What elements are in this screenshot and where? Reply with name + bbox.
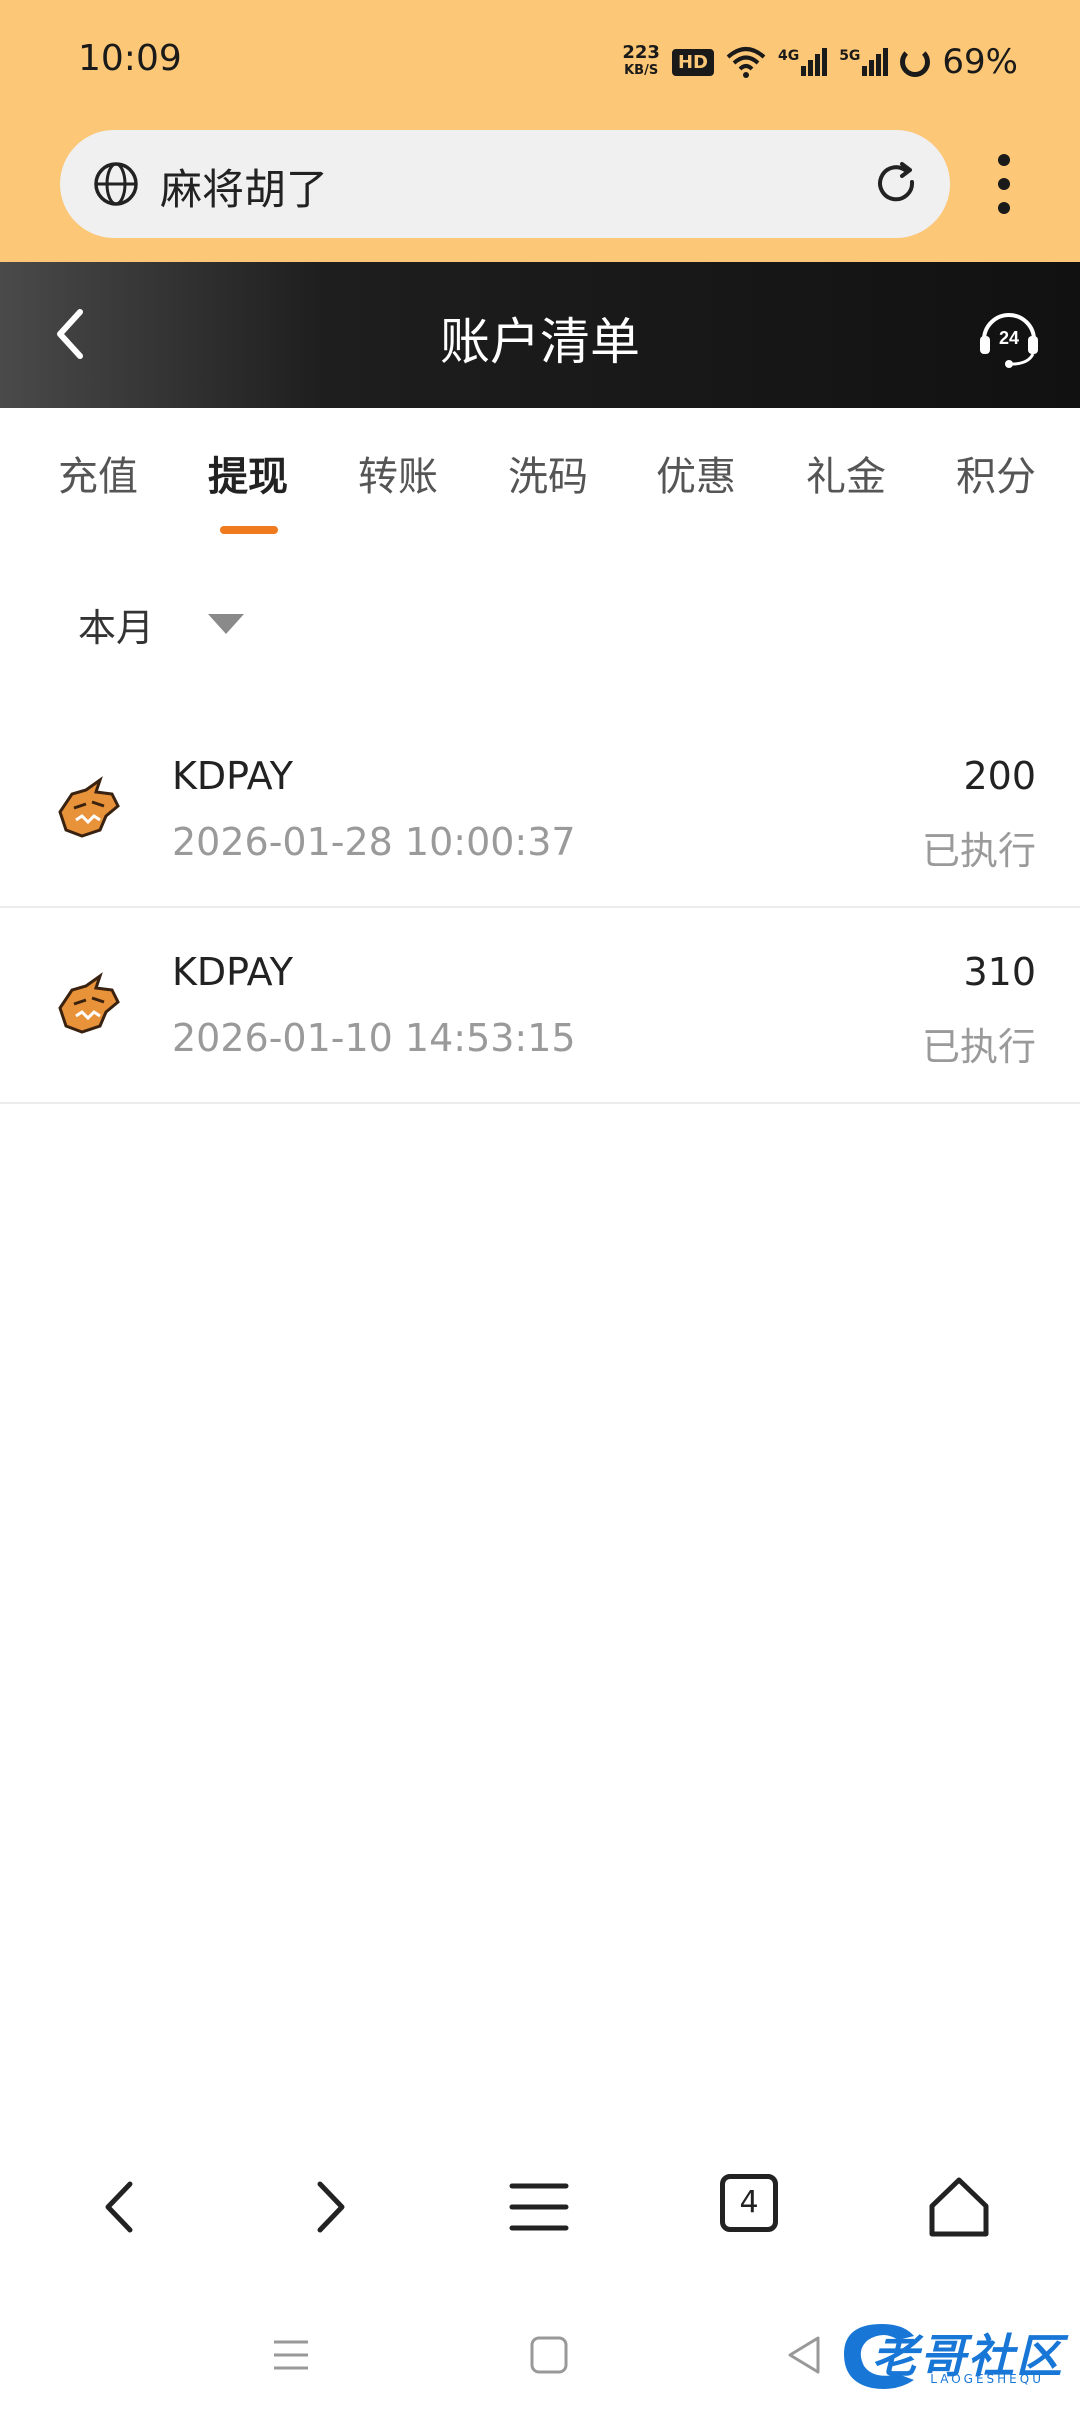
record-list: KDPAY 2026-01-28 10:00:37 200 已执行 KDPAY … [0,712,1080,1104]
page-title: 账户清单 [440,313,640,371]
browser-toolbar: 4 [0,2150,1080,2260]
signal-4g-icon: 4G [777,48,828,76]
tab-promotion[interactable]: 优惠 [656,444,736,502]
list-item[interactable]: KDPAY 2026-01-10 14:53:15 310 已执行 [0,908,1080,1104]
tab-transfer[interactable]: 转账 [358,444,438,502]
browser-back-icon[interactable] [86,2172,156,2242]
record-status: 已执行 [921,829,1036,873]
globe-icon [94,162,138,206]
hd-badge: HD [671,48,714,76]
list-item[interactable]: KDPAY 2026-01-28 10:00:37 200 已执行 [0,712,1080,908]
tab-gift[interactable]: 礼金 [806,444,886,502]
record-channel: KDPAY [172,950,293,994]
status-icons: 223 KB/S HD 4G 5G 69% [622,34,1018,90]
tab-withdraw[interactable]: 提现 [208,444,288,502]
battery-level: 69% [942,42,1018,82]
watermark-subtext: LAOGESHEQU [930,2372,1044,2386]
tab-switcher-button[interactable]: 4 [720,2174,778,2232]
period-filter[interactable]: 本月 [78,596,245,652]
reload-icon[interactable] [872,160,920,208]
home-button-icon[interactable] [524,2330,574,2380]
menu-icon[interactable] [504,2172,574,2242]
period-filter-label: 本月 [78,605,155,650]
home-icon[interactable] [924,2172,994,2242]
tab-recharge[interactable]: 充值 [58,444,138,502]
more-menu-icon[interactable] [984,148,1024,220]
status-bar: 10:09 223 KB/S HD 4G 5G 69% 麻将胡了 [0,0,1080,262]
battery-icon [900,47,931,77]
caret-down-icon [208,614,245,634]
signal-5g-label: 5G [839,48,861,64]
net-speed-value: 223 [622,42,660,63]
net-speed: 223 KB/S [622,44,660,80]
tab-rebate[interactable]: 洗码 [508,444,588,502]
tiger-logo-icon [58,972,120,1034]
active-tab-indicator [220,526,278,534]
tab-points[interactable]: 积分 [956,444,1036,502]
record-datetime: 2026-01-28 10:00:37 [172,820,576,864]
record-status: 已执行 [921,1025,1036,1069]
signal-4g-label: 4G [777,48,800,64]
back-button-icon[interactable] [780,2330,830,2380]
record-datetime: 2026-01-10 14:53:15 [172,1016,576,1060]
net-speed-unit: KB/S [624,63,659,78]
recent-apps-icon[interactable] [266,2330,316,2380]
record-amount: 310 [963,950,1036,994]
page-header: 账户清单 24 [0,262,1080,408]
url-text: 麻将胡了 [160,165,329,214]
record-amount: 200 [963,754,1036,798]
record-channel: KDPAY [172,754,293,798]
watermark-logo: 老哥社区 LAOGESHEQU [834,2316,1064,2392]
category-tabs: 充值 提现 转账 洗码 优惠 礼金 积分 [0,408,1080,544]
browser-forward-icon[interactable] [294,2172,364,2242]
customer-service-icon[interactable]: 24 [976,300,1042,370]
status-time: 10:09 [78,38,182,79]
support-badge: 24 [999,328,1019,348]
system-nav-bar: 老哥社区 LAOGESHEQU [0,2300,1080,2412]
signal-5g-icon: 5G [839,48,889,76]
wifi-icon [726,47,766,78]
tiger-logo-icon [58,776,120,838]
address-bar[interactable]: 麻将胡了 [60,130,950,238]
